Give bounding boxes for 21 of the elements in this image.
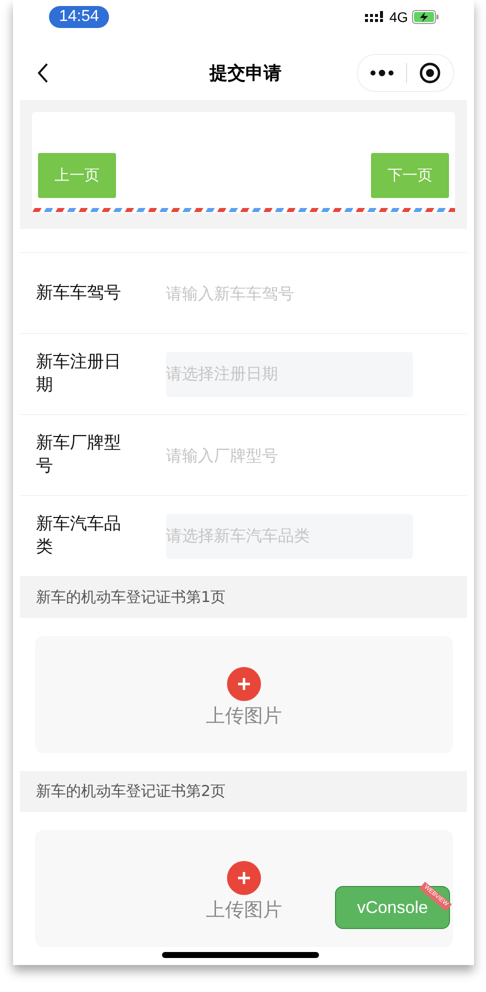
field-label: 新车注册日期 xyxy=(36,351,122,398)
next-page-button[interactable]: 下一页 xyxy=(371,152,449,198)
status-time: 14:54 xyxy=(49,6,110,28)
prev-page-button[interactable]: 上一页 xyxy=(38,152,116,198)
input-field[interactable]: 请输入新车车驾号 xyxy=(166,284,413,303)
upload-area[interactable]: 上传图片 xyxy=(35,636,453,754)
section-header: 新车的机动车登记证书第2页 xyxy=(20,771,467,812)
input-field[interactable]: 请输入厂牌型号 xyxy=(166,446,413,465)
add-icon xyxy=(227,860,261,894)
battery-charging-icon xyxy=(412,10,439,24)
more-icon[interactable] xyxy=(370,69,394,78)
add-icon xyxy=(227,666,261,701)
field-label: 新车汽车品类 xyxy=(36,513,122,560)
field-label: 新车厂牌型号 xyxy=(36,432,122,478)
network-label: 4G xyxy=(389,9,408,26)
back-icon[interactable] xyxy=(37,63,49,84)
field-label: 新车车驾号 xyxy=(36,282,122,305)
section-header: 新车的机动车登记证书第1页 xyxy=(20,577,467,618)
signal-icon xyxy=(365,11,386,24)
page-title: 提交申请 xyxy=(210,62,282,86)
close-target-icon[interactable] xyxy=(419,62,441,84)
